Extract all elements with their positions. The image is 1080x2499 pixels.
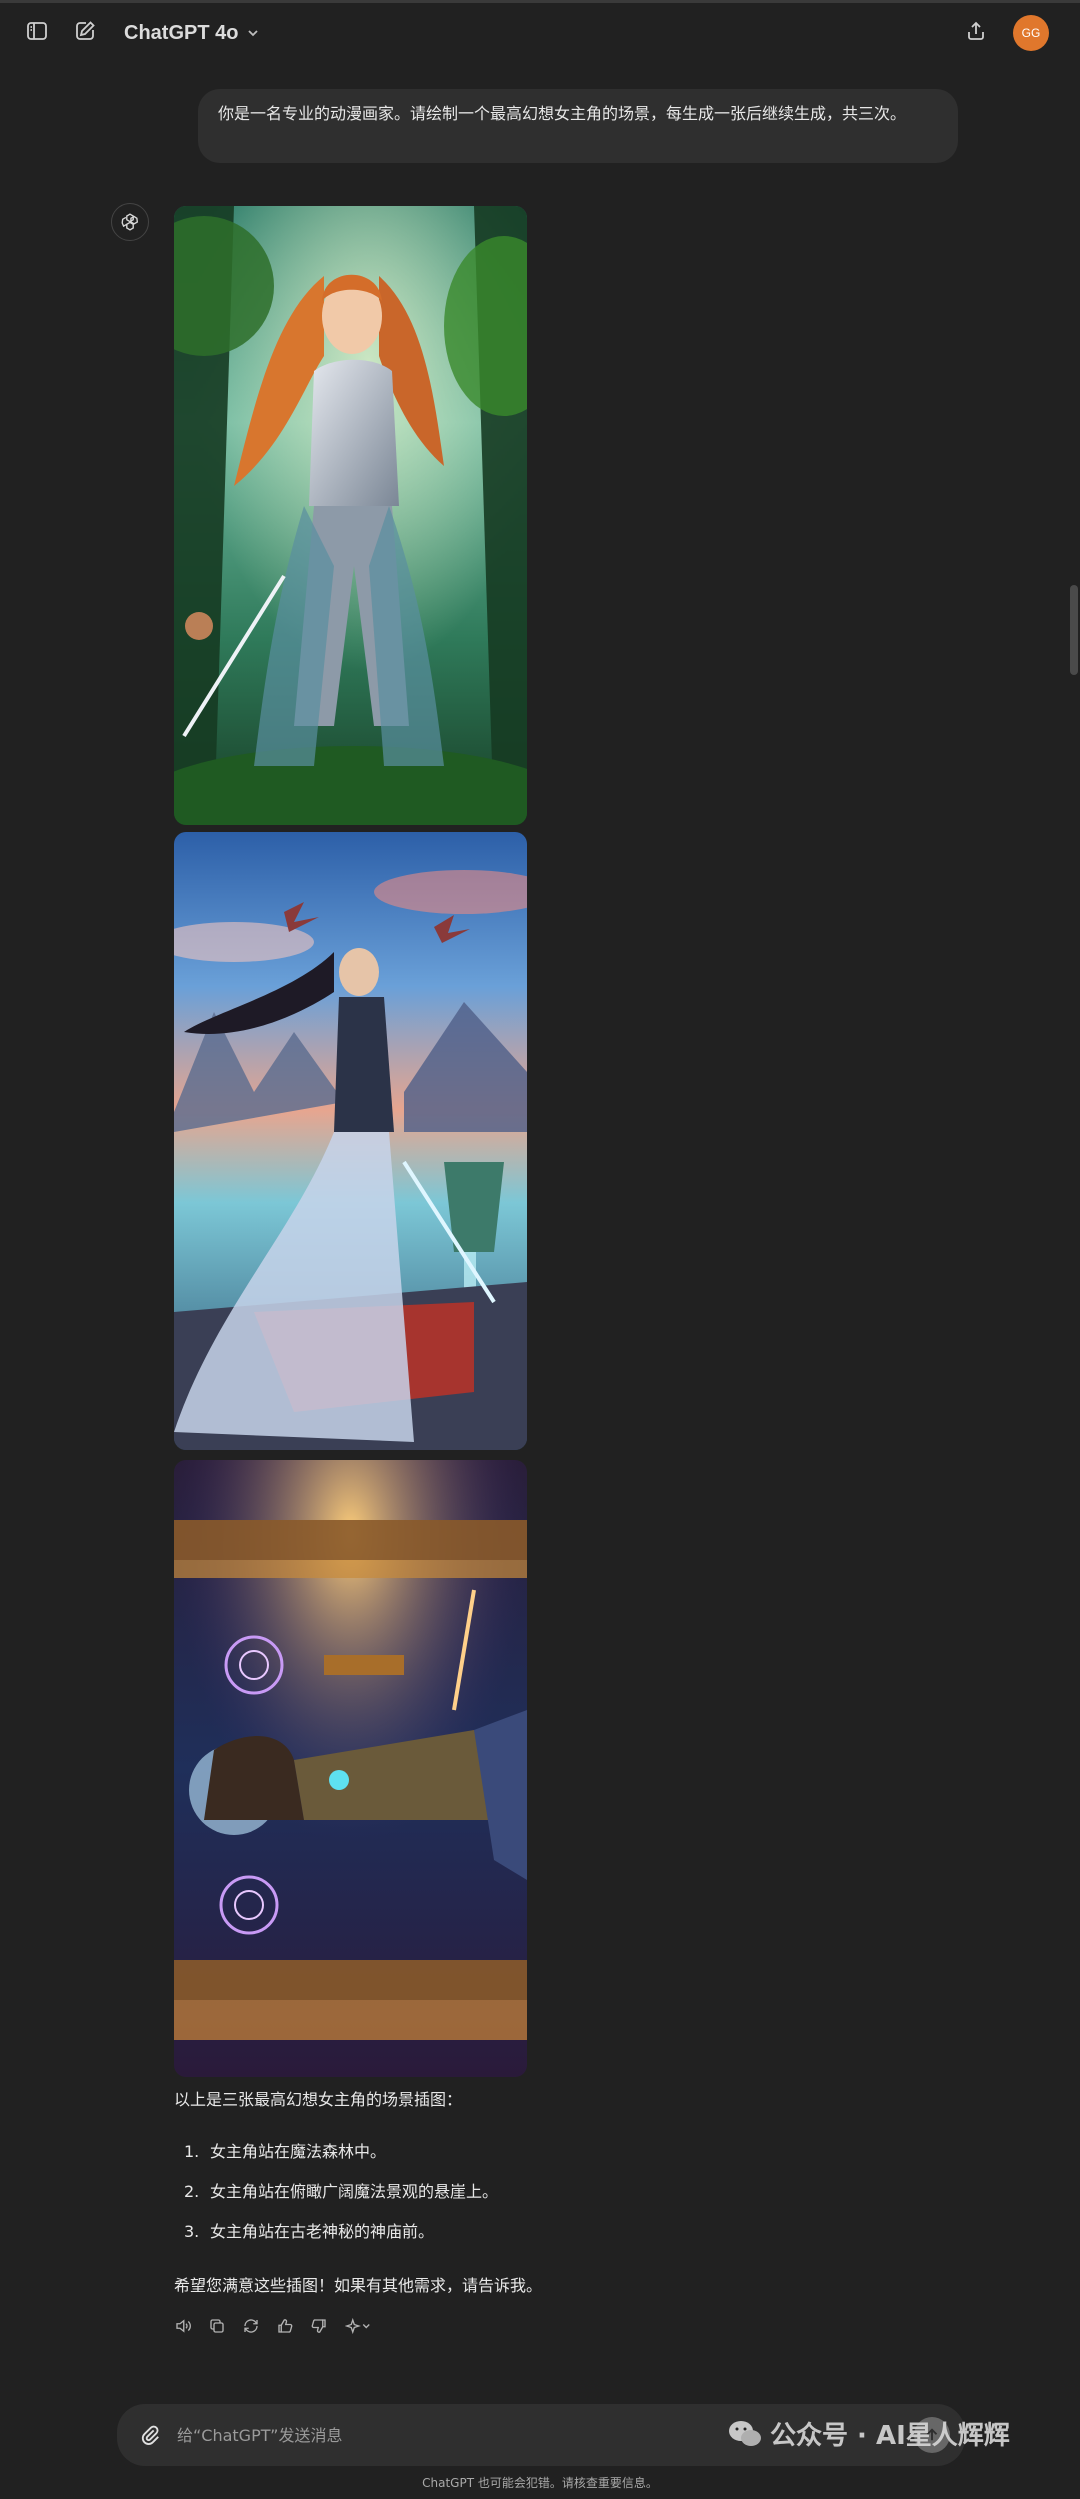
list-item-text: 女主角站在古老神秘的神庙前。 (210, 2222, 435, 2241)
cliff-illustration (174, 832, 527, 1450)
thumbs-down-icon (311, 2319, 326, 2333)
paperclip-icon (141, 2425, 159, 2445)
model-label: ChatGPT 4o (124, 21, 239, 44)
new-chat-button[interactable] (65, 11, 105, 51)
thumbs-down-button[interactable] (306, 2312, 332, 2340)
user-message: 你是一名专业的动漫画家。请绘制一个最高幻想女主角的场景，每生成一张后继续生成，共… (198, 89, 958, 163)
disclaimer-text: ChatGPT 也可能会犯错。请核查重要信息。 (422, 2476, 658, 2490)
copy-icon (210, 2319, 224, 2333)
generated-image-forest[interactable] (174, 206, 527, 825)
chevron-down-icon (248, 30, 259, 37)
copy-button[interactable] (204, 2312, 230, 2340)
assistant-avatar (111, 203, 149, 241)
scene-list: 1. 女主角站在魔法森林中。 2. 女主角站在俯瞰广阔魔法景观的悬崖上。 3. 女主角… (174, 2140, 994, 2260)
new-chat-icon (76, 21, 95, 40)
model-selector[interactable]: ChatGPT 4o (114, 15, 270, 51)
list-item-text: 女主角站在魔法森林中。 (210, 2142, 387, 2161)
sparkle-model-icon (345, 2317, 370, 2335)
generated-image-temple[interactable] (174, 1460, 527, 2077)
watermark: 公众号 · AI星人辉辉 (728, 2415, 1010, 2452)
read-aloud-button[interactable] (170, 2312, 196, 2340)
switch-model-button[interactable] (340, 2312, 376, 2340)
list-item: 3. 女主角站在古老神秘的神庙前。 (174, 2220, 994, 2260)
list-item-text: 女主角站在俯瞰广阔魔法景观的悬崖上。 (210, 2182, 499, 2201)
scrollbar-thumb[interactable] (1070, 585, 1078, 675)
read-aloud-icon (176, 2319, 191, 2333)
assistant-outro-text: 希望您满意这些插图！如果有其他需求，请告诉我。 (174, 2276, 543, 2295)
list-item-number: 1. (184, 2142, 200, 2161)
list-item: 1. 女主角站在魔法森林中。 (174, 2140, 994, 2180)
assistant-intro-text: 以上是三张最高幻想女主角的场景插图： (174, 2090, 463, 2109)
temple-illustration (174, 1460, 527, 2077)
forest-illustration (174, 206, 527, 825)
sidebar-toggle-icon (27, 22, 47, 40)
list-item-number: 2. (184, 2182, 200, 2201)
thumbs-up-button[interactable] (272, 2312, 298, 2340)
generated-image-cliff[interactable] (174, 832, 527, 1450)
attach-button[interactable] (131, 2416, 169, 2454)
openai-logo-icon (121, 213, 139, 231)
avatar[interactable]: GG (1013, 15, 1049, 51)
thumbs-up-icon (278, 2319, 293, 2333)
share-button[interactable] (956, 11, 996, 51)
watermark-text: 公众号 · AI星人辉辉 (770, 2421, 1010, 2451)
share-icon (968, 21, 984, 40)
regenerate-icon (244, 2319, 258, 2333)
sidebar-toggle-button[interactable] (17, 11, 57, 51)
list-item-number: 3. (184, 2222, 200, 2241)
message-actions (170, 2312, 376, 2340)
regenerate-button[interactable] (238, 2312, 264, 2340)
wechat-icon (729, 2420, 761, 2446)
list-item: 2. 女主角站在俯瞰广阔魔法景观的悬崖上。 (174, 2180, 994, 2220)
top-bar: ChatGPT 4o GG (0, 3, 1080, 61)
